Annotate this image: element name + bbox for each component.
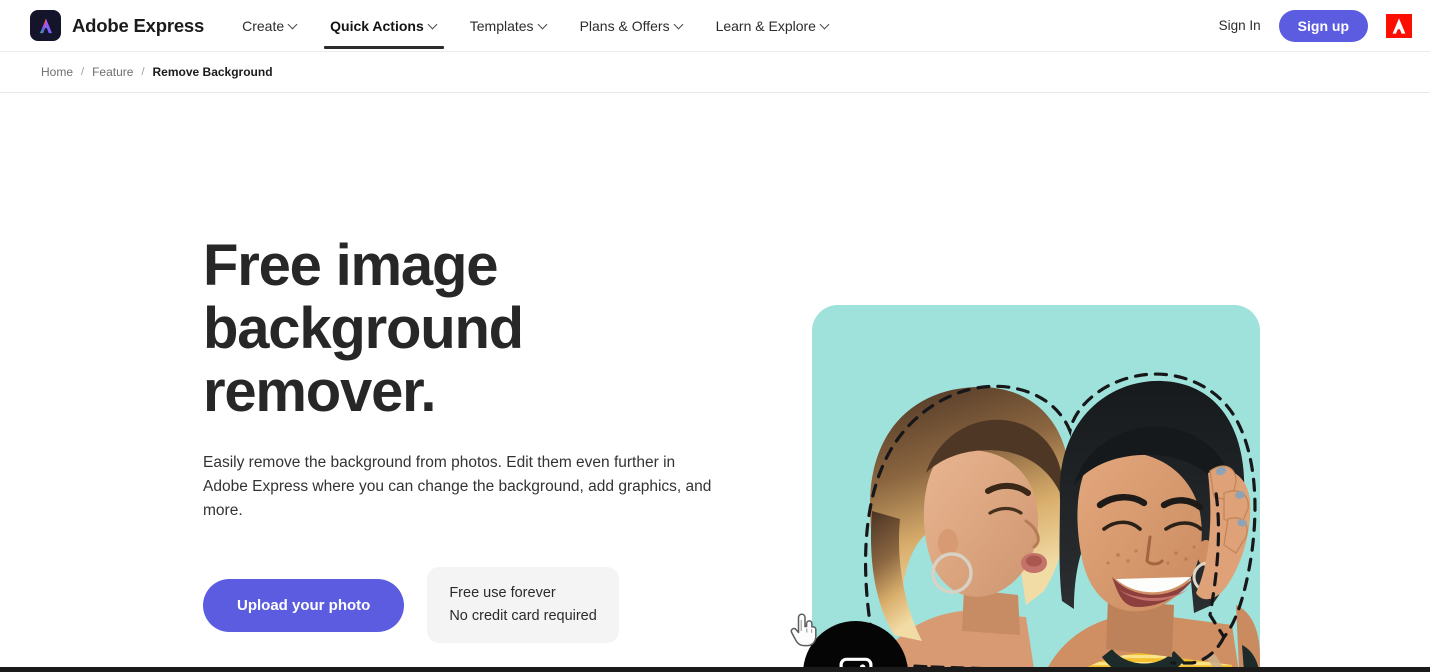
promo-line-free-use: Free use forever <box>449 585 556 601</box>
nav-item-plans-and-offers[interactable]: Plans & Offers <box>564 0 700 52</box>
promo-line-no-credit-card: No credit card required <box>449 608 597 624</box>
page-title-line: Free image <box>203 233 498 298</box>
hero-section: Free image background remover. Easily re… <box>0 93 1430 672</box>
chevron-down-icon <box>675 20 684 29</box>
breadcrumb-separator: / <box>141 66 145 78</box>
hero-description: Easily remove the background from photos… <box>203 454 712 519</box>
nav-item-label: Plans & Offers <box>579 17 670 34</box>
nav-item-quick-actions[interactable]: Quick Actions <box>314 0 454 52</box>
hero-cta-row: Upload your photo Free use forever No cr… <box>203 567 723 643</box>
brand-name: Adobe Express <box>72 14 205 36</box>
nav-item-templates[interactable]: Templates <box>454 0 564 52</box>
sign-in-link[interactable]: Sign In <box>1219 18 1261 33</box>
hero-media <box>790 305 1260 672</box>
page-title: Free image background remover. <box>203 234 723 423</box>
adobe-logo-icon[interactable] <box>1386 13 1412 38</box>
hero-copy: Free image background remover. Easily re… <box>203 234 723 643</box>
breadcrumb: Home / Feature / Remove Background <box>0 52 1430 93</box>
nav-item-label: Create <box>242 17 285 34</box>
bottom-edge-bar <box>0 667 1430 672</box>
breadcrumb-item-home[interactable]: Home <box>41 65 73 79</box>
page-title-line: background <box>203 296 524 361</box>
breadcrumb-item-remove-background: Remove Background <box>152 65 273 79</box>
nav-item-label: Quick Actions <box>330 17 424 34</box>
header-actions: Sign In Sign up <box>1219 9 1412 42</box>
nav-item-create[interactable]: Create <box>226 0 314 52</box>
nav-item-learn-and-explore[interactable]: Learn & Explore <box>700 0 846 52</box>
promo-note: Free use forever No credit card required <box>427 567 619 643</box>
breadcrumb-item-feature[interactable]: Feature <box>92 65 133 79</box>
upload-your-photo-button[interactable]: Upload your photo <box>203 578 405 632</box>
brand-home-link[interactable]: Adobe Express <box>30 10 204 41</box>
chevron-down-icon <box>821 20 830 29</box>
page-title-line: remover. <box>203 359 436 424</box>
breadcrumb-separator: / <box>81 66 85 78</box>
site-header: Adobe Express Create Quick Actions Templ… <box>0 0 1430 52</box>
nav-item-label: Templates <box>469 17 534 34</box>
chevron-down-icon <box>539 20 548 29</box>
chevron-down-icon <box>289 20 298 29</box>
chevron-down-icon <box>429 20 438 29</box>
sample-photo <box>812 305 1260 672</box>
sign-up-button[interactable]: Sign up <box>1278 9 1368 42</box>
main-navigation: Create Quick Actions Templates Plans & O… <box>226 0 846 52</box>
adobe-express-logo-icon <box>30 10 61 41</box>
nav-item-label: Learn & Explore <box>715 17 816 34</box>
